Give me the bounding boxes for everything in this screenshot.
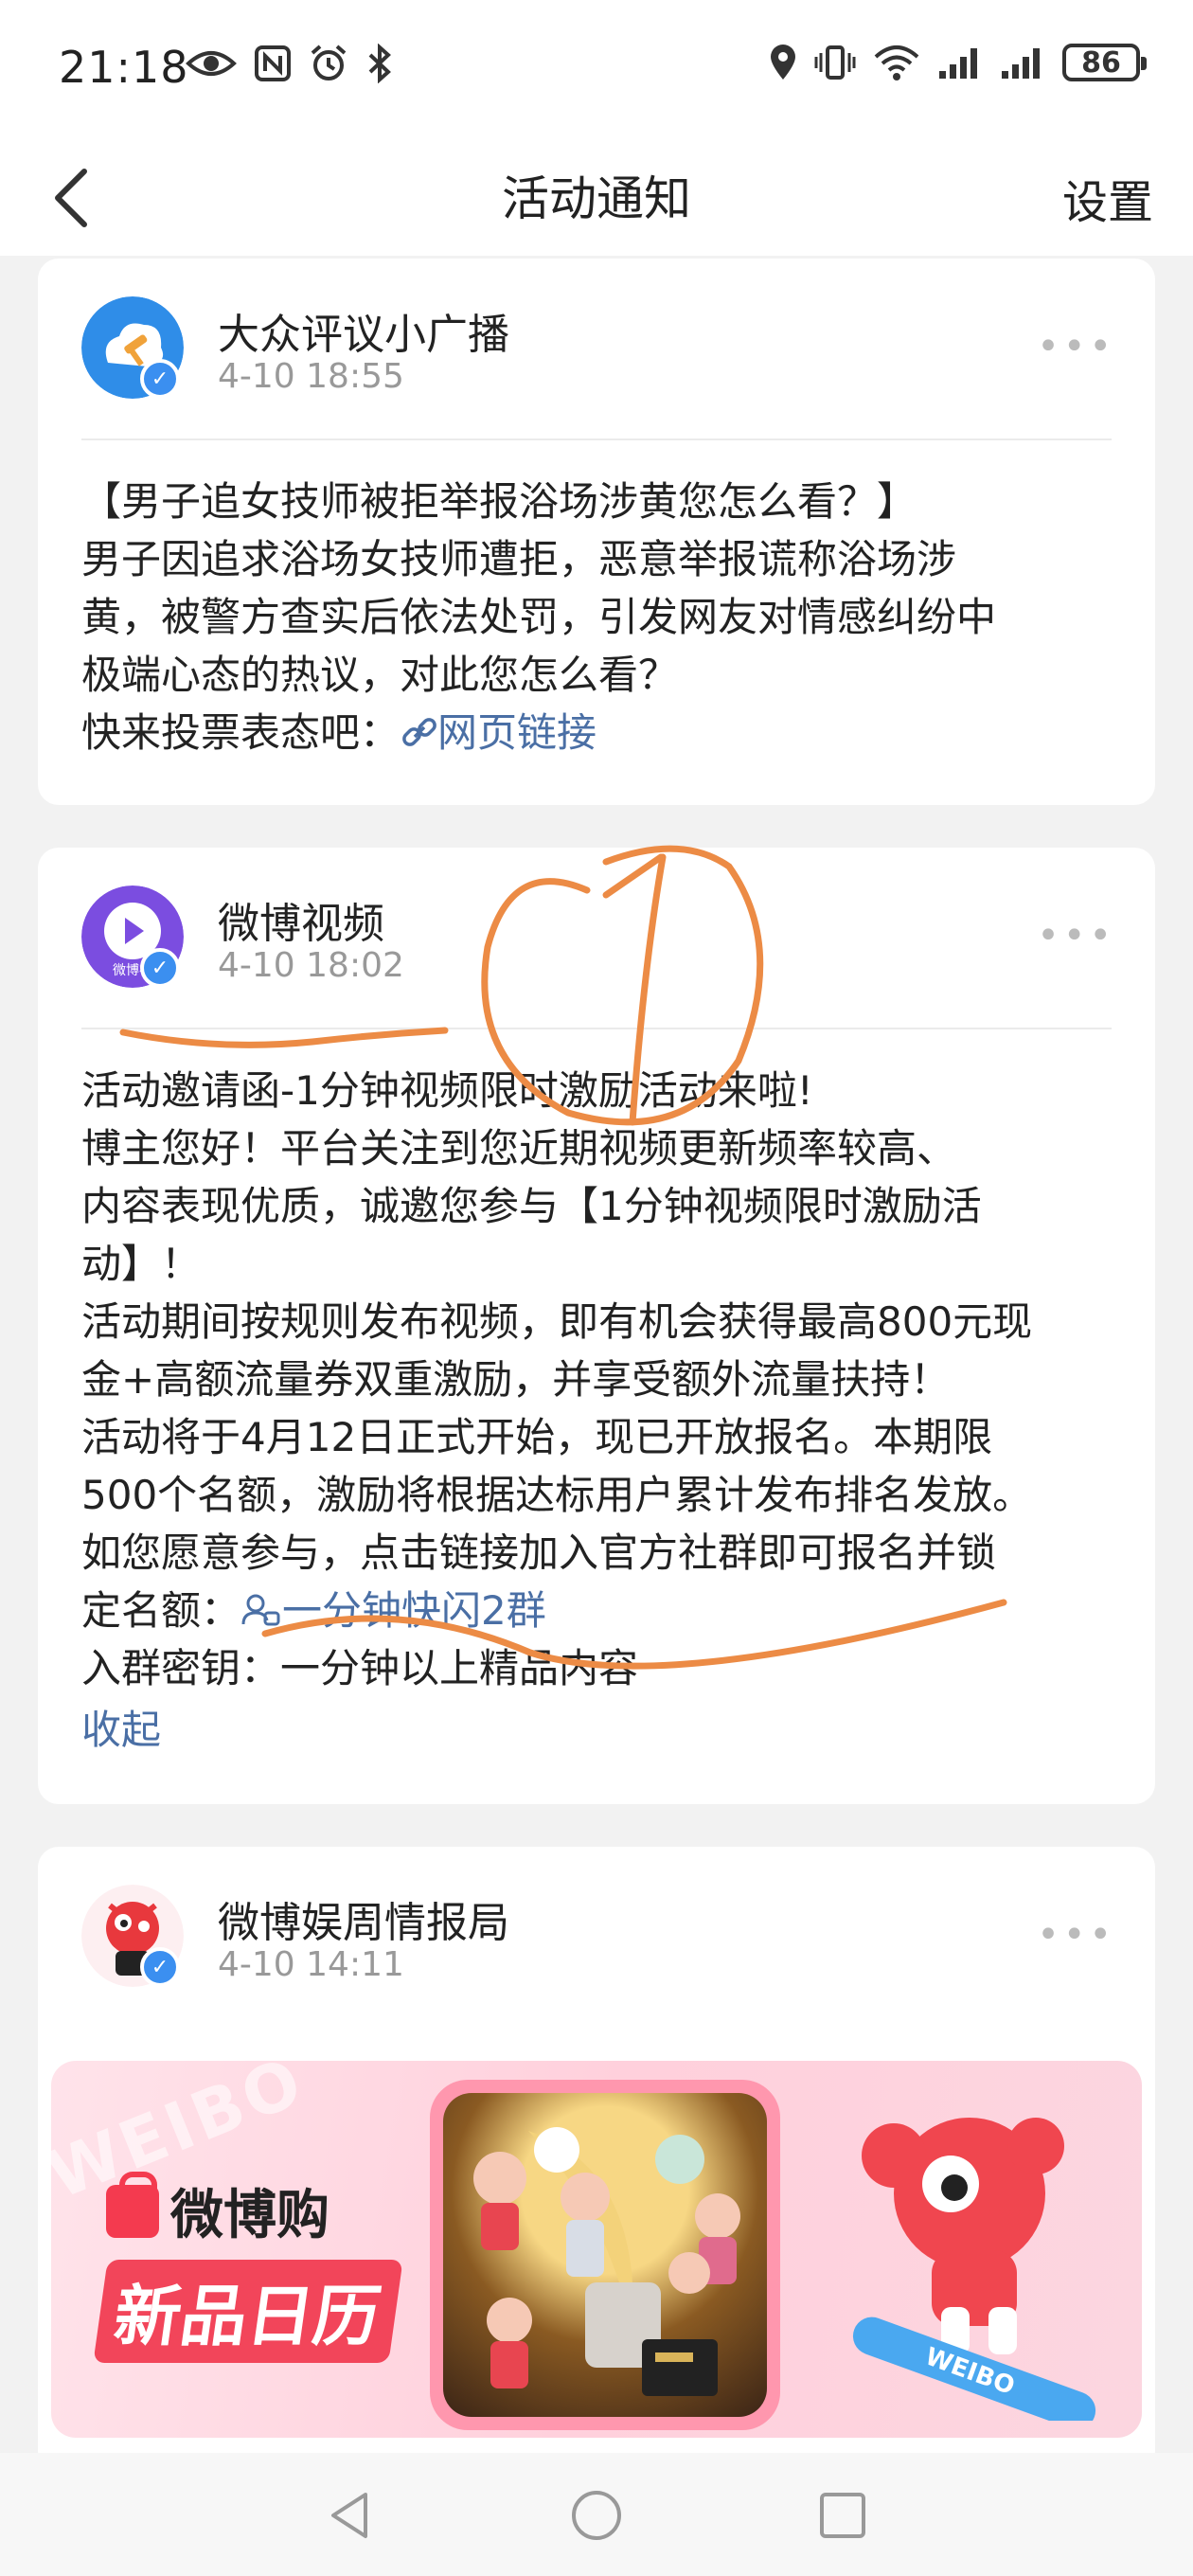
- status-bar: 21:18 86: [0, 0, 1193, 142]
- status-icons-left: [186, 44, 394, 83]
- settings-button[interactable]: 设置: [1062, 165, 1153, 231]
- page-title: 活动通知: [502, 171, 691, 226]
- notification-card: 微博视 ✓ 微博视频 4-10 18:02 ••• 活动邀请函-1分钟视频限时激…: [38, 848, 1155, 1804]
- product-photo: [430, 2080, 780, 2430]
- link-icon: [402, 718, 436, 746]
- signal-icon: [1002, 48, 1040, 79]
- message-line: 快来投票表态吧： 网页链接: [81, 704, 1117, 761]
- message-line: 500个名额，激励将根据达标用户累计发布排名发放。: [81, 1472, 1033, 1518]
- message-body: 活动邀请函-1分钟视频限时激励活动来啦! 博主您好！平台关注到您近期视频更新频率…: [81, 1062, 1117, 1759]
- bluetooth-icon: [368, 44, 391, 83]
- nav-header: 活动通知 设置: [0, 142, 1193, 256]
- brand-name: 微博购: [170, 2185, 329, 2246]
- toy-figures-image: [473, 2127, 740, 2396]
- message-line: 入群密钥：一分钟以上精品内容: [81, 1645, 639, 1691]
- battery-icon: 86: [1062, 44, 1147, 81]
- banner-slogan: 新品日历: [93, 2260, 403, 2363]
- back-triangle-icon[interactable]: [322, 2487, 379, 2544]
- cta-text: 快来投票表态吧：: [81, 709, 401, 756]
- message-time: 4-10 18:55: [218, 357, 404, 396]
- vibrate-icon: [814, 45, 856, 80]
- message-line: 活动期间按规则发布视频，即有机会获得最高800元现: [81, 1298, 1033, 1345]
- sender-name[interactable]: 大众评议小广播: [218, 300, 509, 361]
- message-line: 男子因追求浴场女技师遭拒，恶意举报谎称浴场涉: [81, 536, 957, 582]
- group-link[interactable]: 一分钟快闪2群: [240, 1587, 546, 1634]
- notification-card: ✓ 大众评议小广播 4-10 18:55 ••• 【男子追女技师被拒举报浴场涉黄…: [38, 259, 1155, 805]
- promo-banner[interactable]: WEIBO 微博购 新品日历 WEIBO: [51, 2061, 1142, 2438]
- group-prefix: 定名额：: [81, 1587, 241, 1634]
- card-header: 微博视 ✓ 微博视频 4-10 18:02 •••: [38, 848, 1155, 1028]
- back-chevron-icon: [55, 169, 87, 227]
- message-line: 定名额： 一分钟快闪2群: [81, 1582, 1117, 1639]
- signal-icon: [939, 48, 977, 79]
- message-line: 活动将于4月12日正式开始，现已开放报名。本期限: [81, 1414, 993, 1460]
- battery-level: 86: [1081, 45, 1121, 80]
- status-icons-right: 86: [769, 44, 1147, 81]
- message-line: 内容表现优质，诚邀您参与【1分钟视频限时激励活: [81, 1183, 982, 1229]
- alarm-icon: [311, 45, 347, 80]
- product-photo-image: [443, 2093, 767, 2417]
- wifi-icon: [874, 45, 919, 80]
- message-line: 动】！: [81, 1241, 202, 1287]
- more-options-icon[interactable]: •••: [1037, 914, 1115, 957]
- verified-badge: ✓: [140, 948, 180, 988]
- message-line: 如您愿意参与，点击链接加入官方社群即可报名并锁: [81, 1530, 997, 1576]
- banner-brand: 微博购: [106, 2171, 329, 2249]
- web-link-label[interactable]: 网页链接: [437, 709, 596, 756]
- group-link-label[interactable]: 一分钟快闪2群: [282, 1587, 546, 1634]
- verified-badge: ✓: [140, 1947, 180, 1987]
- message-time: 4-10 14:11: [218, 1945, 404, 1984]
- shopping-bag-icon: [106, 2171, 159, 2238]
- weibo-mascot-image: WEIBO: [852, 2118, 1096, 2421]
- divider: [81, 1028, 1112, 1029]
- message-line: 【男子追女技师被拒举报浴场涉黄您怎么看？】: [81, 478, 917, 525]
- back-button[interactable]: [28, 155, 114, 241]
- more-options-icon[interactable]: •••: [1037, 325, 1115, 368]
- status-time: 21:18: [59, 42, 189, 93]
- message-body: 【男子追女技师被拒举报浴场涉黄您怎么看？】 男子因追求浴场女技师遭拒，恶意举报谎…: [81, 473, 1117, 761]
- sender-name[interactable]: 微博娱周情报局: [218, 1888, 509, 1949]
- recents-square-icon[interactable]: [814, 2487, 871, 2544]
- more-options-icon[interactable]: •••: [1037, 1913, 1115, 1957]
- verified-badge: ✓: [140, 359, 180, 399]
- notification-card: ✓ 微博娱周情报局 4-10 14:11 ••• WEIBO 微博购 新品日历: [38, 1847, 1155, 2472]
- message-line: 金+高额流量券双重激励，并享受额外流量扶持！: [81, 1356, 951, 1403]
- card-header: ✓ 微博娱周情报局 4-10 14:11 •••: [38, 1847, 1155, 2027]
- sender-name[interactable]: 微博视频: [218, 889, 384, 950]
- location-icon: [771, 45, 795, 80]
- eye-icon: [186, 51, 237, 76]
- nfc-icon: [255, 45, 291, 81]
- home-circle-icon[interactable]: [568, 2487, 625, 2544]
- message-line: 黄，被警方查实后依法处罚，引发网友对情感纠纷中: [81, 594, 997, 640]
- card-header: ✓ 大众评议小广播 4-10 18:55 •••: [38, 259, 1155, 438]
- message-time: 4-10 18:02: [218, 946, 404, 985]
- group-chat-icon: [241, 1594, 280, 1626]
- web-link[interactable]: 网页链接: [400, 709, 596, 756]
- divider: [81, 438, 1112, 440]
- system-nav-bar: [0, 2453, 1193, 2576]
- message-line: 极端心态的热议，对此您怎么看？: [81, 652, 679, 698]
- message-line: 活动邀请函-1分钟视频限时激励活动来啦!: [81, 1067, 813, 1114]
- message-line: 博主您好！平台关注到您近期视频更新频率较高、: [81, 1125, 957, 1172]
- collapse-button[interactable]: 收起: [81, 1701, 1117, 1759]
